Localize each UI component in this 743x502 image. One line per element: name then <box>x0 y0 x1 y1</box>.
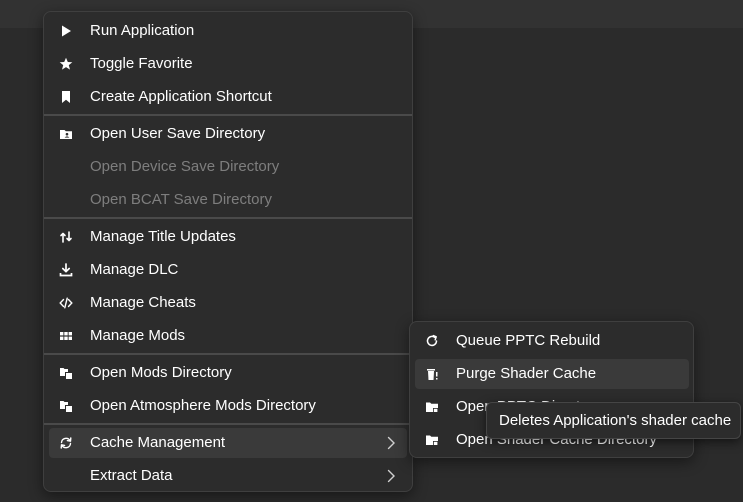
menu-item-label: Run Application <box>90 22 195 39</box>
menu-item-manage-mods[interactable]: Manage Mods <box>49 321 407 351</box>
menu-item-label: Extract Data <box>90 467 173 484</box>
menu-item-label: Manage Title Updates <box>90 228 236 245</box>
sync-icon <box>58 435 74 451</box>
grid-icon <box>58 328 74 344</box>
menu-item-create-shortcut[interactable]: Create Application Shortcut <box>49 82 407 112</box>
user-folder-icon <box>58 126 74 142</box>
folder-icon <box>424 399 440 415</box>
menu-item-label: Open User Save Directory <box>90 125 266 142</box>
download-icon <box>58 262 74 278</box>
menu-separator <box>44 423 412 425</box>
menu-item-label: Open Device Save Directory <box>90 158 280 175</box>
trash-icon <box>424 366 440 382</box>
updates-icon <box>58 229 74 245</box>
menu-item-label: Purge Shader Cache <box>456 365 597 382</box>
menu-item-label: Cache Management <box>90 434 226 451</box>
menu-item-label: Open Mods Directory <box>90 364 232 381</box>
menu-item-manage-cheats[interactable]: Manage Cheats <box>49 288 407 318</box>
tooltip: Deletes Application's shader cache <box>486 402 741 439</box>
menu-item-label: Open Atmosphere Mods Directory <box>90 397 316 414</box>
menu-item-label: Open BCAT Save Directory <box>90 191 273 208</box>
folder-copy-icon <box>58 365 74 381</box>
chevron-right-icon <box>387 469 395 483</box>
menu-item-label: Create Application Shortcut <box>90 88 272 105</box>
menu-separator <box>44 217 412 219</box>
menu-item-open-user-save[interactable]: Open User Save Directory <box>49 119 407 149</box>
submenu-item-queue-pptc-rebuild[interactable]: Queue PPTC Rebuild <box>415 326 689 356</box>
chevron-right-icon <box>387 436 395 450</box>
menu-item-label: Toggle Favorite <box>90 55 193 72</box>
code-icon <box>58 295 74 311</box>
context-menu: Run Application Toggle Favorite Create A… <box>43 11 413 492</box>
menu-item-label: Manage Cheats <box>90 294 196 311</box>
menu-item-open-atmosphere-mods[interactable]: Open Atmosphere Mods Directory <box>49 391 407 421</box>
menu-item-open-device-save[interactable]: Open Device Save Directory <box>49 152 407 182</box>
folder-icon <box>424 432 440 448</box>
menu-item-toggle-favorite[interactable]: Toggle Favorite <box>49 49 407 79</box>
menu-item-cache-management[interactable]: Cache Management <box>49 428 407 458</box>
submenu-item-purge-shader-cache[interactable]: Purge Shader Cache <box>415 359 689 389</box>
menu-item-open-bcat-save[interactable]: Open BCAT Save Directory <box>49 185 407 215</box>
tooltip-text: Deletes Application's shader cache <box>499 412 732 429</box>
play-icon <box>58 23 74 39</box>
menu-item-extract-data[interactable]: Extract Data <box>49 461 407 491</box>
menu-item-label: Manage Mods <box>90 327 186 344</box>
menu-item-manage-dlc[interactable]: Manage DLC <box>49 255 407 285</box>
menu-item-run-application[interactable]: Run Application <box>49 16 407 46</box>
refresh-icon <box>424 333 440 349</box>
folder-copy-icon <box>58 398 74 414</box>
menu-separator <box>44 353 412 355</box>
menu-item-label: Queue PPTC Rebuild <box>456 332 601 349</box>
menu-item-open-mods-directory[interactable]: Open Mods Directory <box>49 358 407 388</box>
star-icon <box>58 56 74 72</box>
menu-item-manage-title-updates[interactable]: Manage Title Updates <box>49 222 407 252</box>
bookmark-icon <box>58 89 74 105</box>
menu-item-label: Manage DLC <box>90 261 179 278</box>
menu-separator <box>44 114 412 116</box>
